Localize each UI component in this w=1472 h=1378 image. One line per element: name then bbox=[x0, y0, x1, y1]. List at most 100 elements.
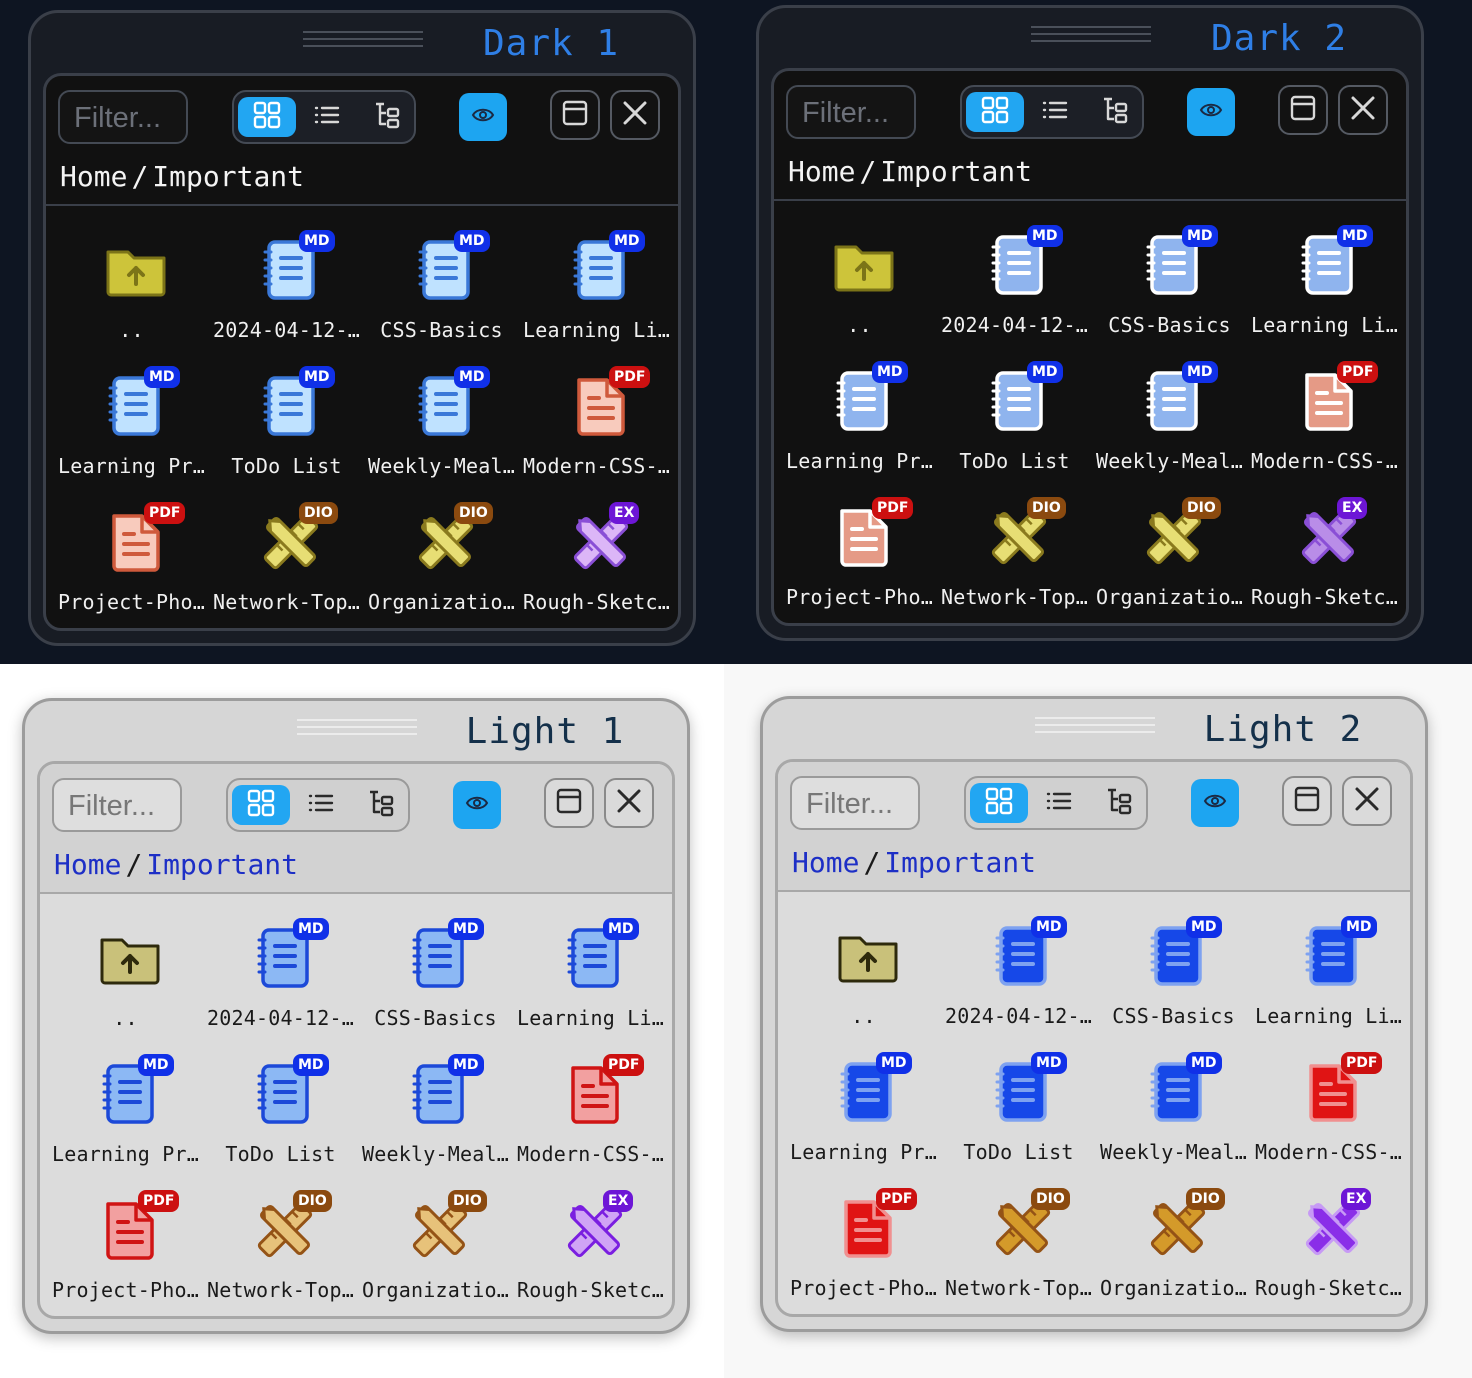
file-item[interactable]: MD Weekly-Meal… bbox=[1096, 1040, 1251, 1176]
file-item[interactable]: DIO Organizatio… bbox=[364, 490, 519, 626]
file-item[interactable]: PDF Project-Pho… bbox=[48, 1178, 203, 1314]
parent-folder-icon bbox=[100, 230, 172, 302]
breadcrumb-current[interactable]: Important bbox=[152, 160, 304, 193]
file-item[interactable]: .. bbox=[782, 213, 937, 349]
file-item[interactable]: PDF Project-Pho… bbox=[782, 485, 937, 621]
markdown-file-icon: MD bbox=[987, 916, 1067, 988]
file-item[interactable]: MD ToDo List bbox=[203, 1042, 358, 1178]
file-item[interactable]: EX Rough-Sketc… bbox=[513, 1178, 668, 1314]
grid-view-button[interactable] bbox=[232, 785, 290, 825]
file-item[interactable]: DIO Network-Top… bbox=[203, 1178, 358, 1314]
markdown-file-icon: MD bbox=[832, 1052, 912, 1124]
file-item[interactable]: MD Learning Pr… bbox=[782, 349, 937, 485]
file-item[interactable]: PDF Modern-CSS-… bbox=[519, 354, 674, 490]
pdf-file-icon: PDF bbox=[559, 1054, 645, 1126]
list-view-button[interactable] bbox=[1030, 783, 1088, 823]
file-item[interactable]: PDF Modern-CSS-… bbox=[513, 1042, 668, 1178]
filter-input[interactable]: Filter... bbox=[790, 776, 920, 830]
file-item[interactable]: MD CSS-Basics bbox=[364, 218, 519, 354]
file-panel: Filter... Home / Important .. MD 2024-04-12-… bbox=[43, 73, 681, 631]
file-item[interactable]: MD Learning Li… bbox=[1251, 904, 1406, 1040]
file-item[interactable]: .. bbox=[54, 218, 209, 354]
preview-toggle-button[interactable] bbox=[1191, 779, 1239, 827]
layout-button[interactable] bbox=[550, 90, 600, 140]
breadcrumb-home[interactable]: Home bbox=[792, 846, 859, 879]
list-view-button[interactable] bbox=[298, 97, 356, 137]
file-item[interactable]: MD Learning Pr… bbox=[786, 1040, 941, 1176]
list-view-button[interactable] bbox=[1026, 92, 1084, 132]
tree-view-button[interactable] bbox=[1086, 92, 1144, 132]
grid-view-button[interactable] bbox=[238, 97, 296, 137]
grid-view-button[interactable] bbox=[966, 92, 1024, 132]
file-item[interactable]: PDF Modern-CSS-… bbox=[1247, 349, 1402, 485]
layout-button[interactable] bbox=[1278, 85, 1328, 135]
file-item[interactable]: MD Weekly-Meal… bbox=[364, 354, 519, 490]
file-item[interactable]: MD 2024-04-12-… bbox=[203, 906, 358, 1042]
file-item[interactable]: DIO Network-Top… bbox=[941, 1176, 1096, 1312]
markdown-file-icon: MD bbox=[1138, 225, 1218, 297]
filter-input[interactable]: Filter... bbox=[786, 85, 916, 139]
file-item[interactable]: MD CSS-Basics bbox=[358, 906, 513, 1042]
breadcrumb-current[interactable]: Important bbox=[880, 155, 1032, 188]
close-button[interactable] bbox=[610, 90, 660, 140]
drag-handle[interactable] bbox=[1031, 26, 1151, 52]
file-item[interactable]: MD Learning Li… bbox=[519, 218, 674, 354]
breadcrumb-home[interactable]: Home bbox=[788, 155, 855, 188]
close-icon bbox=[1352, 784, 1382, 818]
file-item[interactable]: MD 2024-04-12-… bbox=[209, 218, 364, 354]
filter-input[interactable]: Filter... bbox=[52, 778, 182, 832]
drag-handle[interactable] bbox=[303, 31, 423, 57]
breadcrumb: Home / Important bbox=[792, 846, 1036, 879]
close-button[interactable] bbox=[1342, 776, 1392, 826]
close-button[interactable] bbox=[604, 778, 654, 828]
breadcrumb-home[interactable]: Home bbox=[60, 160, 127, 193]
file-item[interactable]: DIO Organizatio… bbox=[1096, 1176, 1251, 1312]
file-item[interactable]: EX Rough-Sketc… bbox=[1251, 1176, 1406, 1312]
tree-view-button[interactable] bbox=[352, 785, 410, 825]
tree-view-button[interactable] bbox=[1090, 783, 1148, 823]
file-item[interactable]: MD ToDo List bbox=[937, 349, 1092, 485]
file-item[interactable]: MD Weekly-Meal… bbox=[358, 1042, 513, 1178]
file-label: Project-Pho… bbox=[790, 1276, 937, 1300]
file-item[interactable]: DIO Organizatio… bbox=[1092, 485, 1247, 621]
file-item[interactable]: EX Rough-Sketc… bbox=[519, 490, 674, 626]
file-item[interactable]: MD CSS-Basics bbox=[1092, 213, 1247, 349]
file-item[interactable]: MD 2024-04-12-… bbox=[937, 213, 1092, 349]
breadcrumb-current[interactable]: Important bbox=[146, 848, 298, 881]
file-item[interactable]: .. bbox=[786, 904, 941, 1040]
layout-button[interactable] bbox=[1282, 776, 1332, 826]
drag-handle[interactable] bbox=[297, 719, 417, 745]
file-item[interactable]: DIO Network-Top… bbox=[937, 485, 1092, 621]
preview-toggle-button[interactable] bbox=[459, 93, 507, 141]
file-item[interactable]: .. bbox=[48, 906, 203, 1042]
file-item[interactable]: MD ToDo List bbox=[941, 1040, 1096, 1176]
list-view-icon bbox=[1044, 786, 1074, 820]
preview-toggle-button[interactable] bbox=[453, 781, 501, 829]
file-item[interactable]: MD 2024-04-12-… bbox=[941, 904, 1096, 1040]
file-item[interactable]: PDF Modern-CSS-… bbox=[1251, 1040, 1406, 1176]
file-item[interactable]: DIO Network-Top… bbox=[209, 490, 364, 626]
filter-input[interactable]: Filter... bbox=[58, 90, 188, 144]
file-item[interactable]: PDF Project-Pho… bbox=[786, 1176, 941, 1312]
close-button[interactable] bbox=[1338, 85, 1388, 135]
breadcrumb-current[interactable]: Important bbox=[884, 846, 1036, 879]
file-item[interactable]: MD Learning Li… bbox=[513, 906, 668, 1042]
file-item[interactable]: MD Weekly-Meal… bbox=[1092, 349, 1247, 485]
file-item[interactable]: MD Learning Pr… bbox=[48, 1042, 203, 1178]
file-item[interactable]: MD Learning Pr… bbox=[54, 354, 209, 490]
grid-view-button[interactable] bbox=[970, 783, 1028, 823]
layout-button[interactable] bbox=[544, 778, 594, 828]
file-item[interactable]: EX Rough-Sketc… bbox=[1247, 485, 1402, 621]
breadcrumb-separator: / bbox=[131, 160, 149, 193]
drag-handle[interactable] bbox=[1035, 717, 1155, 743]
file-item[interactable]: DIO Organizatio… bbox=[358, 1178, 513, 1314]
file-item[interactable]: PDF Project-Pho… bbox=[54, 490, 209, 626]
file-item[interactable]: MD CSS-Basics bbox=[1096, 904, 1251, 1040]
breadcrumb-home[interactable]: Home bbox=[54, 848, 121, 881]
tree-view-button[interactable] bbox=[358, 97, 416, 137]
file-item[interactable]: MD ToDo List bbox=[209, 354, 364, 490]
file-item[interactable]: MD Learning Li… bbox=[1247, 213, 1402, 349]
markdown-file-icon: MD bbox=[983, 225, 1063, 297]
preview-toggle-button[interactable] bbox=[1187, 88, 1235, 136]
list-view-button[interactable] bbox=[292, 785, 350, 825]
